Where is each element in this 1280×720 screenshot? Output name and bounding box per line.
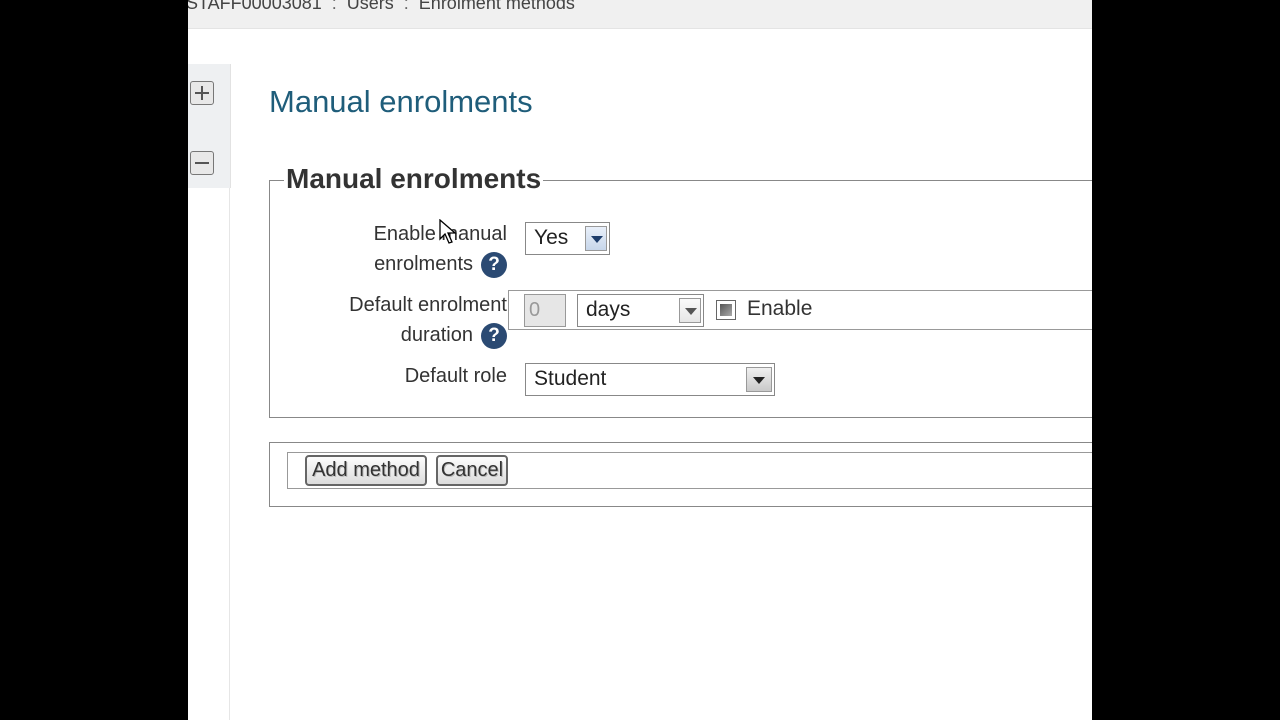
duration-unit-select[interactable]: days	[577, 294, 704, 327]
label-line-with-help: enrolments?	[374, 249, 507, 279]
page-title: Manual enrolments	[269, 84, 533, 119]
add-method-button[interactable]: Add method	[305, 455, 427, 486]
block-side-panel	[188, 64, 231, 188]
select-value: Yes	[534, 226, 569, 249]
duration-number-input[interactable]: 0	[524, 294, 566, 327]
duration-enable-label: Enable	[747, 297, 813, 320]
breadcrumb-separator: :	[331, 0, 337, 13]
breadcrumb-separator: :	[403, 0, 409, 13]
help-icon[interactable]: ?	[481, 322, 507, 349]
moodle-page: STAFF00003081: Users: Enrolment methods Ma…	[188, 0, 1092, 720]
breadcrumb-course[interactable]: STAFF00003081	[188, 0, 322, 13]
select-value: days	[586, 298, 631, 321]
enable-manual-enrolments-select[interactable]: Yes	[525, 222, 610, 255]
label-line: Default enrolment	[349, 294, 507, 316]
cancel-button[interactable]: Cancel	[436, 455, 508, 486]
chevron-down-icon[interactable]	[746, 367, 772, 392]
add-block-icon[interactable]	[190, 81, 214, 105]
label-line-with-help: duration?	[349, 320, 507, 350]
help-icon[interactable]: ?	[481, 251, 507, 278]
duration-enable-checkbox[interactable]	[716, 300, 736, 320]
collapse-block-icon[interactable]	[190, 151, 214, 175]
label-line: duration	[400, 324, 473, 346]
label-line: enrolments	[374, 253, 473, 275]
select-value: Student	[534, 367, 607, 390]
column-divider	[229, 188, 230, 720]
chevron-down-icon[interactable]	[679, 298, 701, 323]
default-enrolment-duration-label: Default enrolment duration?	[349, 290, 507, 350]
default-role-select[interactable]: Student	[525, 363, 775, 396]
default-role-label: Default role	[404, 365, 507, 387]
breadcrumb-trail: STAFF00003081: Users: Enrolment methods	[188, 0, 585, 14]
chevron-down-icon[interactable]	[585, 226, 607, 251]
fieldset-legend: Manual enrolments	[284, 163, 544, 195]
breadcrumb: STAFF00003081: Users: Enrolment methods	[188, 0, 1092, 29]
breadcrumb-users[interactable]: Users	[347, 0, 394, 13]
breadcrumb-enrolment-methods[interactable]: Enrolment methods	[419, 0, 575, 13]
